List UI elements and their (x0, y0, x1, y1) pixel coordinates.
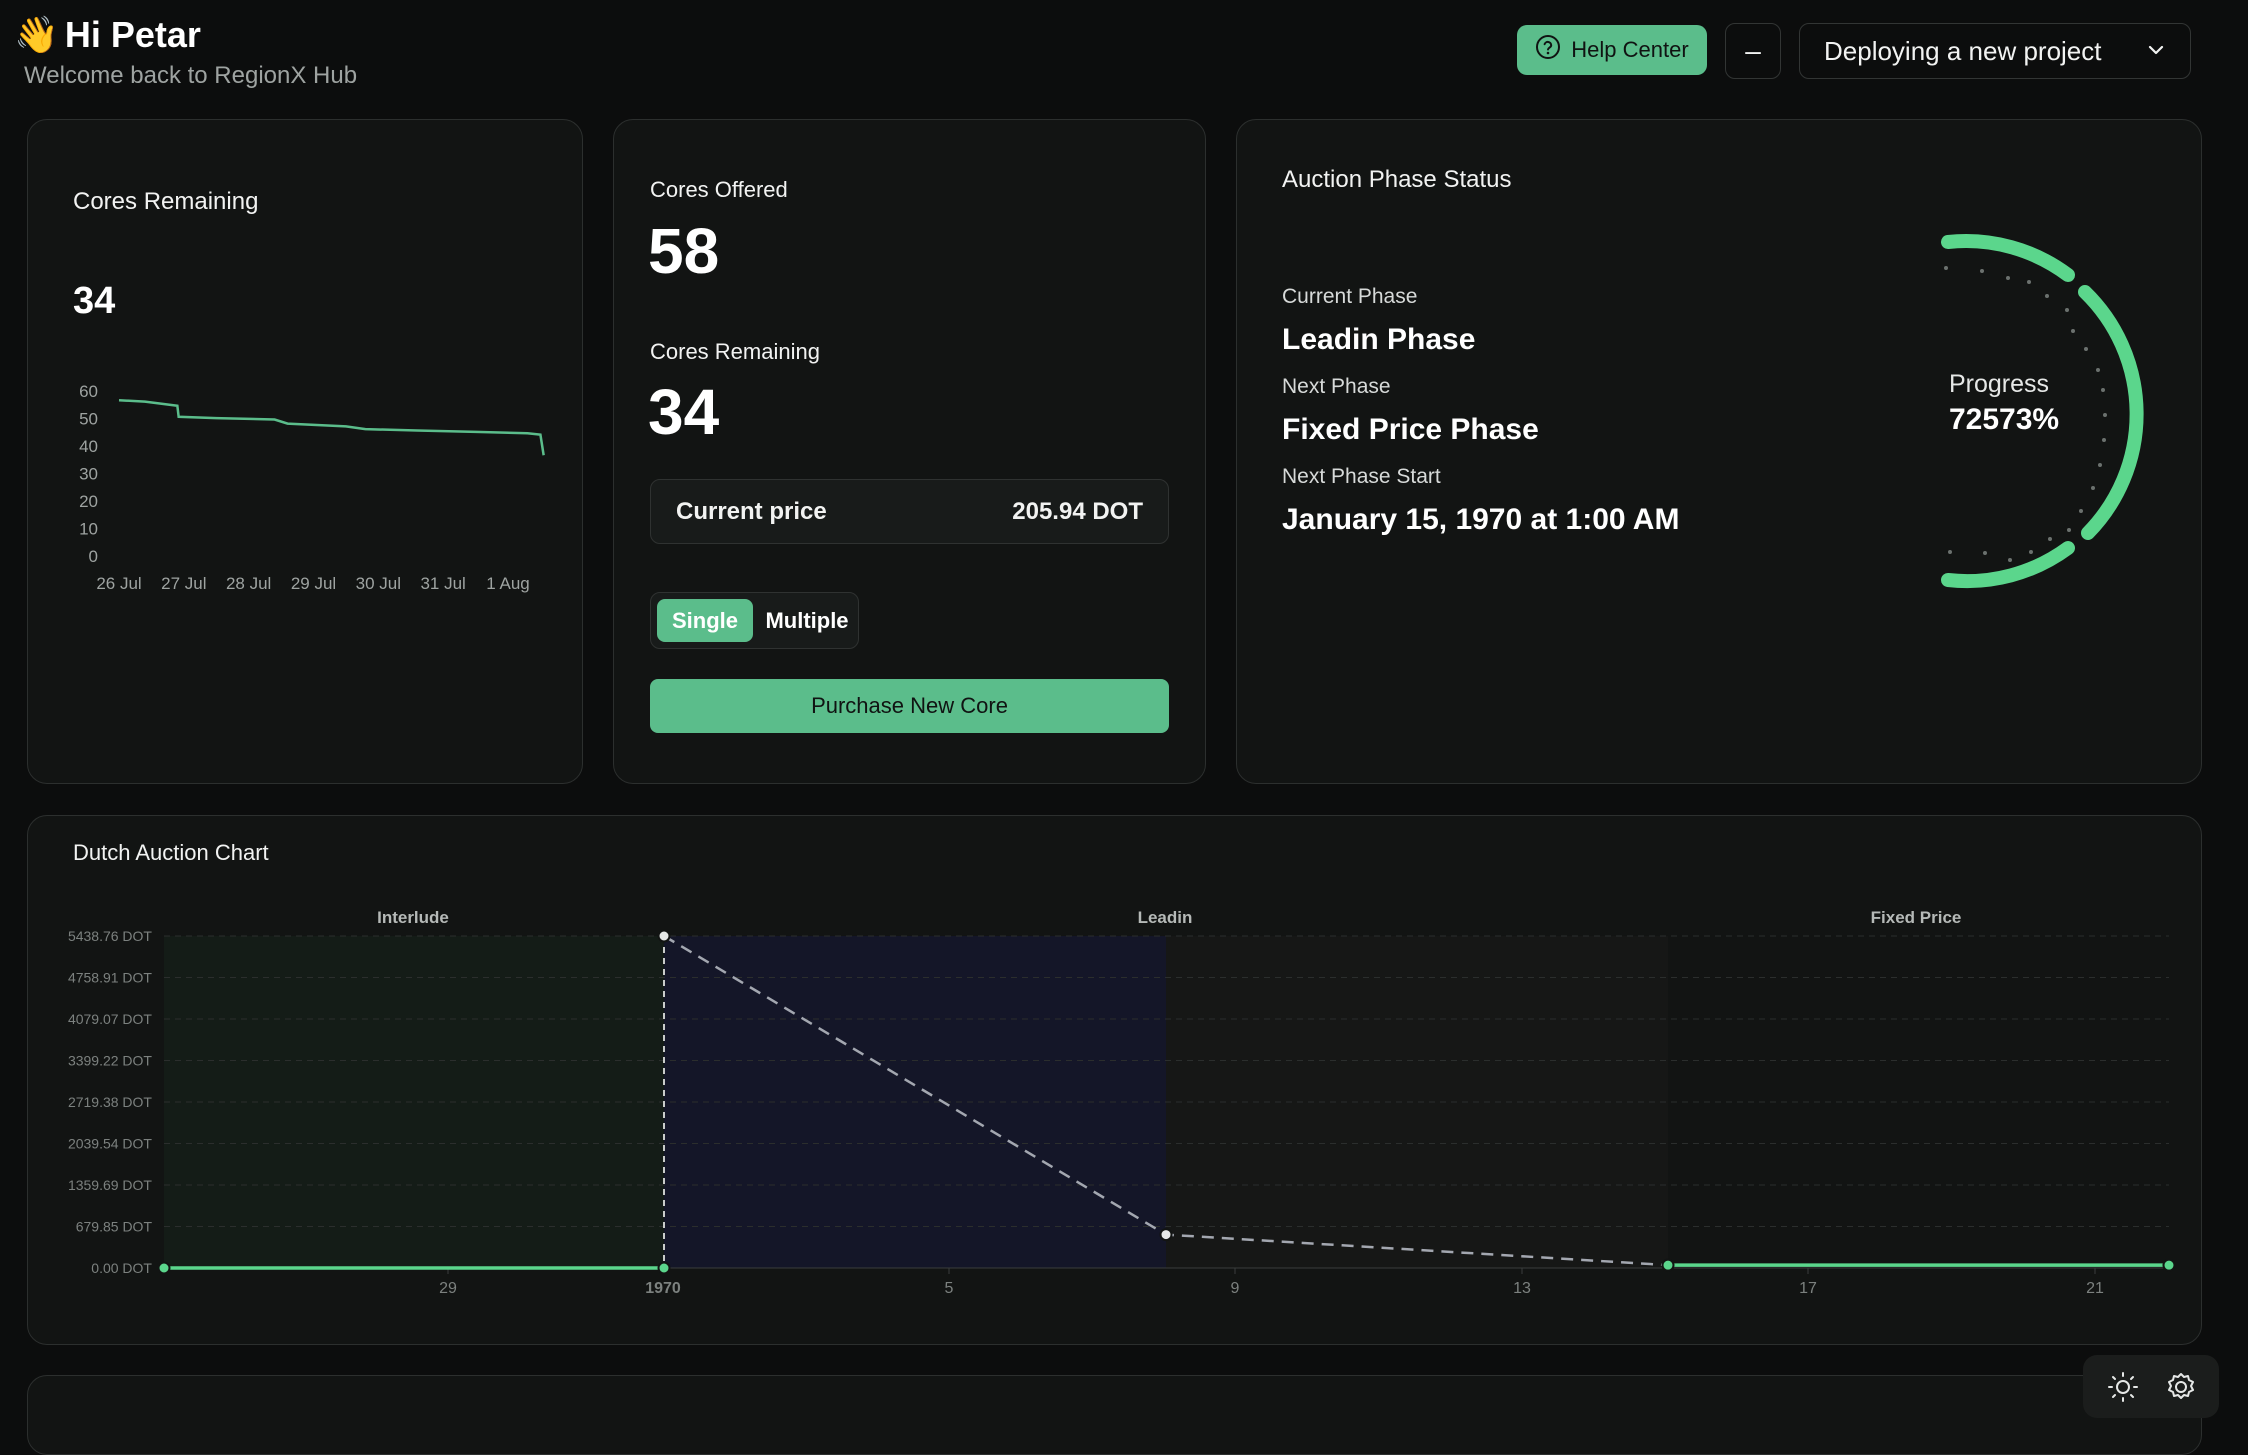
y-tick-label: 5438.76 DOT (68, 928, 152, 944)
help-circle-icon (1535, 34, 1561, 66)
y-tick-label: 1359.69 DOT (68, 1177, 152, 1193)
y-tick-label: 4758.91 DOT (68, 970, 152, 986)
cores-remaining-value: 34 (73, 280, 116, 322)
next-card (27, 1375, 2202, 1455)
cores-remaining-label: Cores Remaining (650, 339, 820, 364)
auction-data-point (1159, 1228, 1173, 1242)
next-phase-value: Fixed Price Phase (1282, 413, 1539, 446)
x-tick-label: 1 Aug (486, 574, 530, 593)
auction-phase-title: Auction Phase Status (1282, 166, 1512, 193)
x-tick-label: 5 (945, 1280, 954, 1297)
y-tick-label: 2719.38 DOT (68, 1094, 152, 1110)
region-label: Interlude (377, 908, 449, 927)
x-tick-label: 13 (1513, 1280, 1531, 1297)
welcome-subtitle: Welcome back to RegionX Hub (24, 62, 358, 89)
auction-data-point (1661, 1258, 1675, 1272)
x-tick-label: 29 (439, 1280, 457, 1297)
wave-emoji-icon: 👋 (14, 14, 59, 55)
y-tick-label: 60 (79, 382, 98, 401)
dutch-auction-title: Dutch Auction Chart (73, 840, 269, 865)
x-tick-label: 27 Jul (161, 574, 206, 593)
next-phase-label: Next Phase (1282, 375, 1391, 398)
greeting-text: Hi Petar (64, 14, 201, 55)
settings-gear-icon[interactable] (2165, 1371, 2197, 1408)
cores-offered-label: Cores Offered (650, 177, 788, 202)
y-tick-label: 679.85 DOT (76, 1219, 153, 1235)
chevron-down-icon (2146, 36, 2166, 67)
current-price-label: Current price (676, 497, 827, 525)
cores-remaining-title: Cores Remaining (73, 188, 259, 215)
project-select-value: Deploying a new project (1824, 35, 2102, 66)
x-tick-label: 1970 (645, 1280, 681, 1297)
x-tick-label: 17 (1799, 1280, 1817, 1297)
y-tick-label: 50 (79, 410, 98, 429)
cores-remaining-chart: 60 50 40 30 20 10 0 26 Jul 27 Jul 28 Jul 29 Jul 30 … (79, 382, 545, 593)
purchase-mode-toggle: Single Multiple (650, 592, 859, 649)
y-tick-label: 30 (79, 465, 98, 484)
auction-data-point (657, 1261, 671, 1275)
x-tick-label: 26 Jul (96, 574, 141, 593)
region-label: Fixed Price (1871, 908, 1962, 927)
sun-icon[interactable] (2107, 1371, 2139, 1408)
help-center-button[interactable]: Help Center (1517, 25, 1707, 75)
x-tick-label: 28 Jul (226, 574, 271, 593)
x-tick-label: 29 Jul (291, 574, 336, 593)
project-select[interactable]: Deploying a new project (1799, 23, 2191, 79)
current-price-value: 205.94 DOT (1012, 497, 1143, 525)
settings-toolbar (2083, 1355, 2219, 1418)
current-phase-label: Current Phase (1282, 285, 1418, 308)
region-label: Leadin (1138, 908, 1193, 927)
cores-remaining-line (118, 399, 545, 456)
x-tick-label: 30 Jul (356, 574, 401, 593)
dutch-auction-card: Dutch Auction Chart Interlude Leadin Fixed… (27, 815, 2202, 1345)
x-tick-label: 21 (2086, 1280, 2104, 1297)
greeting: 👋 Hi Petar (14, 14, 201, 56)
cores-offered-value: 58 (648, 215, 720, 287)
dutch-auction-chart: Interlude Leadin Fixed Price 5438.76 DOT 475… (68, 908, 2176, 1297)
progress-label: Progress (1949, 370, 2050, 398)
y-tick-label: 0.00 DOT (91, 1260, 152, 1276)
progress-value: 72573% (1949, 403, 2060, 436)
y-tick-label: 2039.54 DOT (68, 1136, 152, 1152)
purchase-new-core-button[interactable]: Purchase New Core (650, 679, 1169, 733)
cores-remaining-big-value: 34 (648, 376, 720, 448)
y-tick-label: 4079.07 DOT (68, 1011, 152, 1027)
auction-data-point (2162, 1258, 2176, 1272)
region-band (164, 936, 664, 1268)
help-center-label: Help Center (1571, 37, 1689, 62)
auction-data-point (657, 929, 671, 943)
next-phase-start-label: Next Phase Start (1282, 465, 1441, 488)
x-tick-label: 31 Jul (420, 574, 465, 593)
current-phase-value: Leadin Phase (1282, 323, 1476, 356)
auction-data-point (157, 1261, 171, 1275)
next-phase-start-value: January 15, 1970 at 1:00 AM (1282, 503, 1680, 536)
y-tick-label: 20 (79, 492, 98, 511)
toggle-single[interactable]: Single (657, 599, 753, 642)
x-tick-label: 9 (1231, 1280, 1240, 1297)
region-band (1166, 936, 1668, 1268)
y-tick-label: 3399.22 DOT (68, 1053, 152, 1069)
y-tick-label: 10 (79, 520, 98, 539)
current-price-box: Current price 205.94 DOT (650, 479, 1169, 544)
cores-remaining-card: Cores Remaining 34 60 50 40 30 20 10 0 26 Jul 27… (27, 119, 583, 784)
y-tick-label: 40 (79, 437, 98, 456)
collapse-button[interactable]: – (1725, 23, 1781, 79)
toggle-multiple[interactable]: Multiple (763, 599, 851, 642)
y-tick-label: 0 (89, 547, 98, 566)
